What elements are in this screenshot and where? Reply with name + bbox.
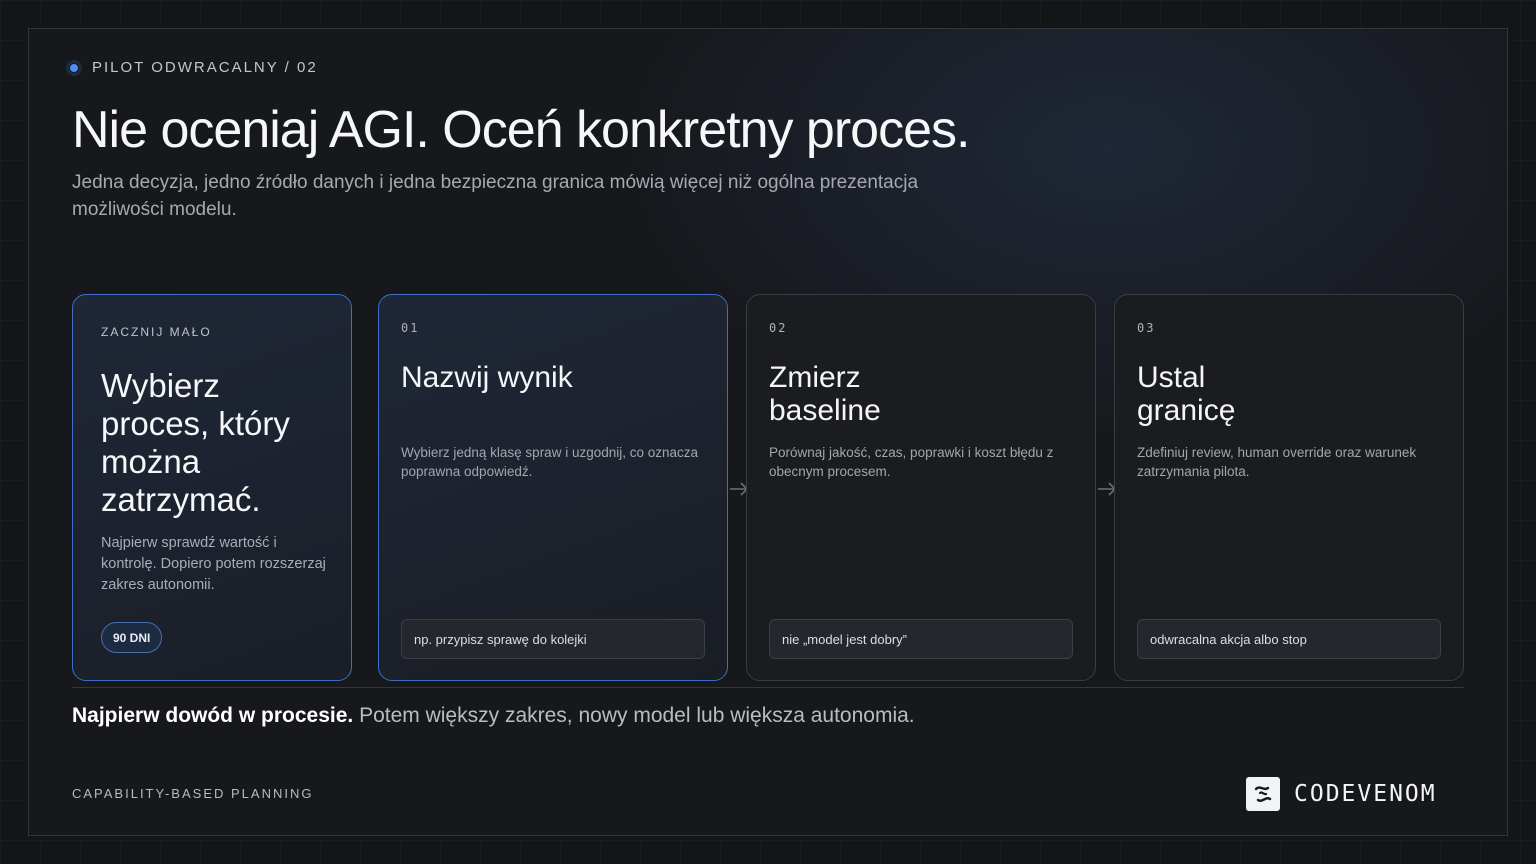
step-card-3: 03 Ustal granicę Zdefiniuj review, human… bbox=[1114, 294, 1464, 681]
bottom-statement: Najpierw dowód w procesie. Potem większy… bbox=[72, 704, 915, 728]
step-description: Porównaj jakość, czas, poprawki i koszt … bbox=[769, 445, 1054, 479]
bottom-statement-rest: Potem większy zakres, nowy model lub wię… bbox=[353, 704, 915, 727]
start-card-label: ZACZNIJ MAŁO bbox=[101, 325, 212, 339]
step-number: 03 bbox=[1137, 321, 1156, 335]
step-example: odwracalna akcja albo stop bbox=[1137, 619, 1441, 659]
step-title: Ustal granicę bbox=[1137, 361, 1236, 427]
brand: CODEVENOM bbox=[1246, 777, 1437, 811]
eyebrow: PILOT ODWRACALNY / 02 bbox=[66, 59, 318, 76]
divider bbox=[72, 687, 1464, 688]
status-dot-icon bbox=[66, 59, 82, 76]
bottom-statement-strong: Najpierw dowód w procesie. bbox=[72, 704, 354, 727]
step-example: np. przypisz sprawę do kolejki bbox=[401, 619, 705, 659]
step-title: Zmierz baseline bbox=[769, 361, 881, 427]
step-card-1: 01 Nazwij wynik Wybierz jedną klasę spra… bbox=[378, 294, 728, 681]
brand-name: CODEVENOM bbox=[1294, 781, 1437, 807]
start-card-title: Wybierz proces, który można zatrzymać. bbox=[101, 367, 290, 518]
page-subtitle: Jedna decyzja, jedno źródło danych i jed… bbox=[72, 172, 919, 220]
step-card-2: 02 Zmierz baseline Porównaj jakość, czas… bbox=[746, 294, 1096, 681]
step-description: Zdefiniuj review, human override oraz wa… bbox=[1137, 445, 1417, 479]
page-title: Nie oceniaj AGI. Oceń konkretny proces. bbox=[72, 101, 970, 159]
step-example: nie „model jest dobry” bbox=[769, 619, 1073, 659]
step-title: Nazwij wynik bbox=[401, 361, 573, 394]
step-number: 02 bbox=[769, 321, 788, 335]
step-description: Wybierz jedną klasę spraw i uzgodnij, co… bbox=[401, 445, 699, 479]
footer-label: CAPABILITY-BASED PLANNING bbox=[72, 786, 314, 801]
start-card-description: Najpierw sprawdź wartość i kontrolę. Dop… bbox=[101, 535, 326, 593]
duration-badge: 90 DNI bbox=[101, 622, 163, 653]
step-number: 01 bbox=[401, 321, 420, 335]
start-card: ZACZNIJ MAŁO Wybierz proces, który można… bbox=[72, 294, 352, 681]
codevenom-logo-icon bbox=[1246, 777, 1280, 811]
eyebrow-label: PILOT ODWRACALNY / 02 bbox=[92, 59, 318, 76]
